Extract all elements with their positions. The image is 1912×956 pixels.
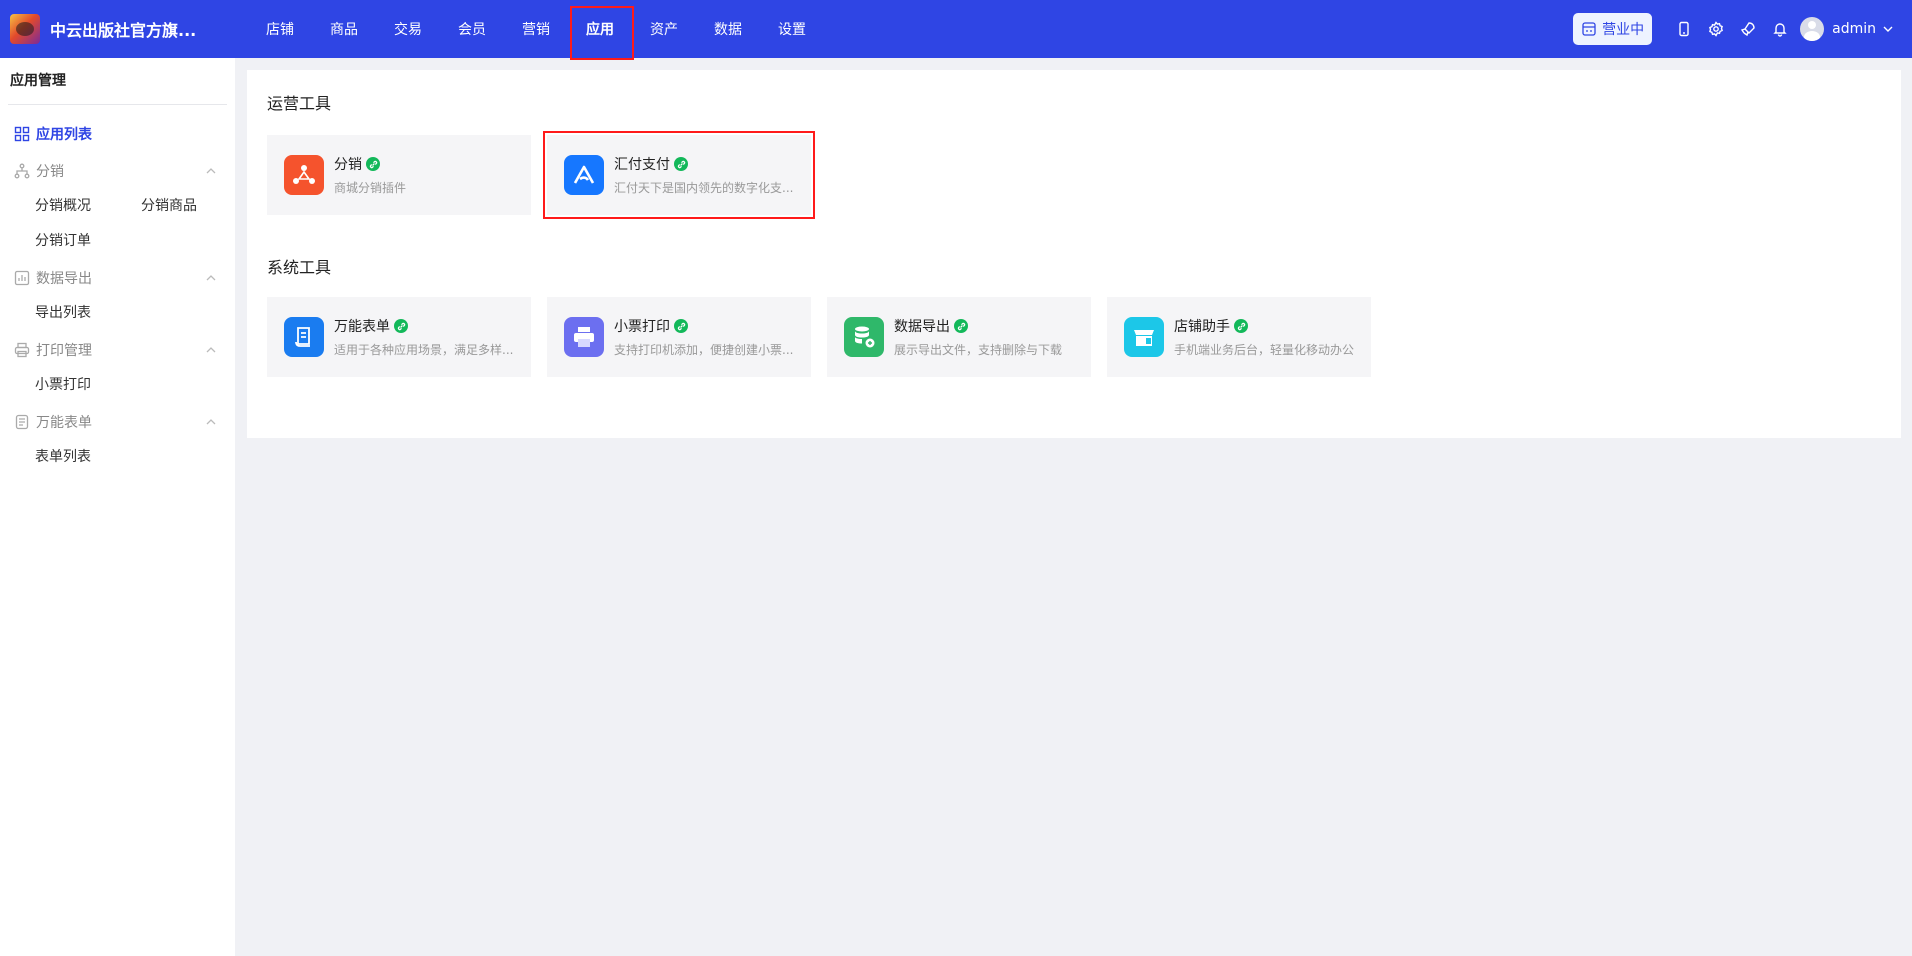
sidebar-group-label: 数据导出 <box>36 270 92 287</box>
app-card-desc: 适用于各种应用场景，满足多样... <box>334 343 514 357</box>
sidebar-item-receipt-print[interactable]: 小票打印 <box>35 368 141 403</box>
form-icon <box>284 317 324 357</box>
sidebar-group-forms[interactable]: 万能表单 <box>0 403 235 440</box>
printer-icon <box>564 317 604 357</box>
sidebar-group-label: 万能表单 <box>36 414 92 431</box>
nav-item-trade[interactable]: 交易 <box>376 0 440 58</box>
app-card-desc: 商城分销插件 <box>334 181 407 195</box>
link-icon <box>674 319 688 333</box>
link-icon <box>674 157 688 171</box>
distribution-icon <box>284 155 324 195</box>
nav-item-products[interactable]: 商品 <box>312 0 376 58</box>
business-status-button[interactable]: 营业中 <box>1573 13 1653 45</box>
sidebar-item-distribution-overview[interactable]: 分销概况 <box>35 189 141 224</box>
sidebar-group-label: 打印管理 <box>36 342 92 359</box>
app-card-name: 店铺助手 <box>1174 319 1230 335</box>
bell-icon[interactable] <box>1764 13 1796 45</box>
chevron-up-icon <box>206 418 216 424</box>
nav-item-apps[interactable]: 应用 <box>568 0 634 60</box>
app-card-data-export[interactable]: 数据导出 展示导出文件，支持删除与下载 <box>827 297 1091 377</box>
chevron-up-icon <box>206 167 216 173</box>
link-icon <box>366 157 380 171</box>
app-card-receipt-print[interactable]: 小票打印 支持打印机添加，便捷创建小票... <box>547 297 811 377</box>
top-navigation-bar: 中云出版社官方旗... 店铺 商品 交易 会员 营销 应用 资产 数据 设置 营… <box>0 0 1912 60</box>
huifu-pay-icon <box>564 155 604 195</box>
rocket-icon[interactable] <box>1732 13 1764 45</box>
grid-icon <box>14 126 30 141</box>
link-icon <box>1234 319 1248 333</box>
app-card-name: 万能表单 <box>334 319 390 335</box>
app-card-name: 分销 <box>334 157 362 173</box>
app-card-universal-form[interactable]: 万能表单 适用于各种应用场景，满足多样... <box>267 297 531 377</box>
form-icon <box>15 414 29 429</box>
chevron-down-icon <box>1883 26 1893 32</box>
app-card-desc: 手机端业务后台，轻量化移动办公 <box>1174 343 1355 357</box>
hierarchy-icon <box>14 163 30 178</box>
divider <box>8 104 227 105</box>
app-card-name: 汇付支付 <box>614 157 670 173</box>
chevron-up-icon <box>206 274 216 280</box>
sidebar-group-distribution[interactable]: 分销 <box>0 152 235 189</box>
app-card-huifu-pay[interactable]: 汇付支付 汇付天下是国内领先的数字化支... <box>543 131 815 219</box>
sidebar-item-distribution-orders[interactable]: 分销订单 <box>35 224 141 259</box>
printer-icon <box>14 342 30 357</box>
link-icon <box>394 319 408 333</box>
app-card-distribution[interactable]: 分销 商城分销插件 <box>267 135 531 215</box>
section-title-system: 系统工具 <box>267 258 332 277</box>
nav-item-data[interactable]: 数据 <box>696 0 760 58</box>
app-card-name: 数据导出 <box>894 319 950 335</box>
app-card-store-assistant[interactable]: 店铺助手 手机端业务后台，轻量化移动办公 <box>1107 297 1371 377</box>
sidebar-item-distribution-products[interactable]: 分销商品 <box>141 189 247 224</box>
nav-item-members[interactable]: 会员 <box>440 0 504 58</box>
app-card-desc: 支持打印机添加，便捷创建小票... <box>614 343 794 357</box>
sidebar-item-form-list[interactable]: 表单列表 <box>35 440 141 475</box>
business-status-label: 营业中 <box>1602 22 1645 38</box>
section-title-ops: 运营工具 <box>267 94 332 113</box>
sidebar-item-app-list[interactable]: 应用列表 <box>0 115 235 152</box>
sidebar-group-print[interactable]: 打印管理 <box>0 331 235 368</box>
gear-icon[interactable] <box>1700 13 1732 45</box>
username: admin <box>1832 21 1876 37</box>
sidebar-title: 应用管理 <box>10 73 66 89</box>
store-assistant-icon <box>1124 317 1164 357</box>
main-nav: 店铺 商品 交易 会员 营销 应用 资产 数据 设置 <box>248 0 824 60</box>
shop-logo[interactable] <box>10 14 40 44</box>
nav-item-settings[interactable]: 设置 <box>760 0 824 58</box>
shop-name[interactable]: 中云出版社官方旗... <box>50 17 200 41</box>
nav-item-store[interactable]: 店铺 <box>248 0 312 58</box>
app-list-panel: 运营工具 分销 商城分销插件 汇付支付 汇付天下是国内领先的数字化支... 系统… <box>247 70 1901 438</box>
app-card-desc: 汇付天下是国内领先的数字化支... <box>614 181 794 195</box>
topbar-actions: 营业中 admin <box>1573 13 1894 45</box>
nav-item-marketing[interactable]: 营销 <box>504 0 568 58</box>
link-icon <box>954 319 968 333</box>
app-card-desc: 展示导出文件，支持删除与下载 <box>894 343 1063 357</box>
sidebar-group-data-export[interactable]: 数据导出 <box>0 259 235 296</box>
user-menu[interactable]: admin <box>1800 17 1894 41</box>
avatar <box>1800 17 1825 41</box>
sidebar-group-label: 分销 <box>36 163 64 180</box>
sidebar: 应用管理 应用列表 分销 分销概况 分销商品 分销订单 数据导出 导出列表 打印… <box>0 58 235 956</box>
sidebar-item-export-list[interactable]: 导出列表 <box>35 296 141 331</box>
store-status-icon <box>1582 22 1596 36</box>
sidebar-item-label: 应用列表 <box>36 126 92 143</box>
chevron-up-icon <box>206 346 216 352</box>
bar-chart-icon <box>14 270 30 285</box>
app-card-name: 小票打印 <box>614 319 670 335</box>
database-export-icon <box>844 317 884 357</box>
mobile-icon[interactable] <box>1668 13 1700 45</box>
nav-item-assets[interactable]: 资产 <box>632 0 696 58</box>
